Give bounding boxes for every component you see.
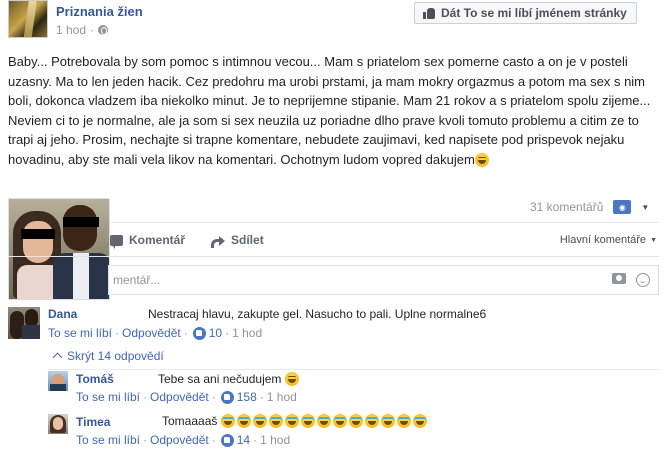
tears-of-joy-emoji-icon [236, 414, 251, 428]
like-icon [192, 326, 206, 340]
comment-actions: To se mi líbí · Odpovědět · 10 · 1 hod [48, 326, 263, 340]
like-count[interactable]: 14 [237, 433, 250, 447]
page-name-link[interactable]: Priznania žien [56, 4, 143, 19]
reply-reply-link[interactable]: Odpovědět [150, 390, 209, 404]
comment-sort-dropdown[interactable]: Hlavní komentáře ▼ [560, 234, 657, 246]
post-text: Baby... Potrebovala by som pomoc s intim… [8, 54, 651, 167]
post-stats: 31 komentářů ◉ ▼ [530, 198, 660, 216]
post-meta: 1 hod · [56, 23, 109, 37]
divider [48, 369, 659, 370]
thumb-up-icon [423, 7, 435, 19]
camera-icon[interactable] [612, 273, 626, 284]
emoji-icon[interactable] [636, 273, 650, 287]
tears-of-joy-emoji-icon [412, 414, 427, 428]
hide-replies-toggle[interactable]: Skrýt 14 odpovědí [52, 349, 164, 363]
tears-of-joy-emoji-icon [300, 414, 315, 428]
tears-of-joy-emoji-icon [284, 414, 299, 428]
globe-icon [98, 25, 109, 35]
reply-text-content: Tebe sa ani nečudujem [158, 372, 282, 386]
divider [8, 256, 659, 257]
chevron-down-icon: ▼ [650, 236, 657, 244]
reply-like-link[interactable]: To se mi líbí [76, 433, 140, 447]
comment-sort-label: Hlavní komentáře [559, 234, 647, 246]
share-icon [211, 235, 226, 248]
comment-like-link[interactable]: To se mi líbí [48, 326, 112, 340]
like-icon [220, 390, 234, 404]
grin-emoji-icon [284, 372, 299, 386]
chevron-up-icon [52, 352, 63, 363]
like-as-page-label: Dát To se mi líbí jménem stránky [441, 6, 627, 20]
comment-count-link[interactable]: 31 komentářů [530, 200, 603, 214]
reply-text: Tomaaaaš [162, 414, 429, 428]
reply-time[interactable]: 1 hod [260, 433, 290, 447]
page-avatar[interactable] [8, 0, 48, 38]
reply-author[interactable]: Tomáš [76, 372, 114, 386]
comment-button-label: Komentář [129, 233, 186, 247]
tears-of-joy-emoji-icon [380, 414, 395, 428]
share-count-icon[interactable]: ◉ [613, 200, 632, 214]
avatar[interactable] [8, 307, 40, 339]
avatar[interactable] [48, 414, 68, 434]
share-button-label: Sdílet [231, 233, 264, 247]
post-photo[interactable] [8, 198, 110, 300]
smile-emoji-icon [474, 152, 489, 167]
laughing-emoji-row [220, 414, 429, 428]
comment-input[interactable]: mentář... [108, 265, 659, 295]
comment-icon [110, 234, 123, 249]
comment-button[interactable]: Komentář [110, 233, 186, 249]
chevron-down-icon[interactable]: ▼ [641, 203, 649, 212]
tears-of-joy-emoji-icon [316, 414, 331, 428]
reply-text: Tebe sa ani nečudujem [158, 372, 301, 386]
share-button[interactable]: Sdílet [211, 233, 264, 248]
tears-of-joy-emoji-icon [348, 414, 363, 428]
post-body: Baby... Potrebovala by som pomoc s intim… [8, 52, 658, 169]
reply-reply-link[interactable]: Odpovědět [150, 433, 209, 447]
like-as-page-button[interactable]: Dát To se mi líbí jménem stránky [414, 2, 637, 24]
like-icon [220, 433, 234, 447]
comment-reply-link[interactable]: Odpovědět [122, 326, 181, 340]
reply-actions: To se mi líbí · Odpovědět · 158 · 1 hod [76, 390, 297, 404]
post-time[interactable]: 1 hod [56, 23, 86, 37]
reply-text-content: Tomaaaaš [162, 414, 218, 428]
tears-of-joy-emoji-icon [364, 414, 379, 428]
comment-input-placeholder: mentář... [113, 273, 161, 287]
comment-text: Nestracaj hlavu, zakupte gel. Nasucho to… [148, 307, 487, 321]
tears-of-joy-emoji-icon [268, 414, 283, 428]
like-count[interactable]: 10 [209, 326, 222, 340]
post-actions: Komentář Sdílet Hlavní komentáře ▼ [110, 228, 659, 252]
reply-like-link[interactable]: To se mi líbí [76, 390, 140, 404]
tears-of-joy-emoji-icon [396, 414, 411, 428]
comment-time[interactable]: 1 hod [232, 326, 262, 340]
avatar[interactable] [48, 371, 68, 391]
tears-of-joy-emoji-icon [252, 414, 267, 428]
like-count[interactable]: 158 [237, 390, 257, 404]
reply-author[interactable]: Timea [76, 415, 110, 429]
hide-replies-label: Skrýt 14 odpovědí [67, 349, 164, 363]
reply-actions: To se mi líbí · Odpovědět · 14 · 1 hod [76, 433, 291, 447]
tears-of-joy-emoji-icon [220, 414, 235, 428]
divider [110, 222, 659, 223]
tears-of-joy-emoji-icon [332, 414, 347, 428]
reply-time[interactable]: 1 hod [267, 390, 297, 404]
comment-author[interactable]: Dana [48, 307, 77, 321]
